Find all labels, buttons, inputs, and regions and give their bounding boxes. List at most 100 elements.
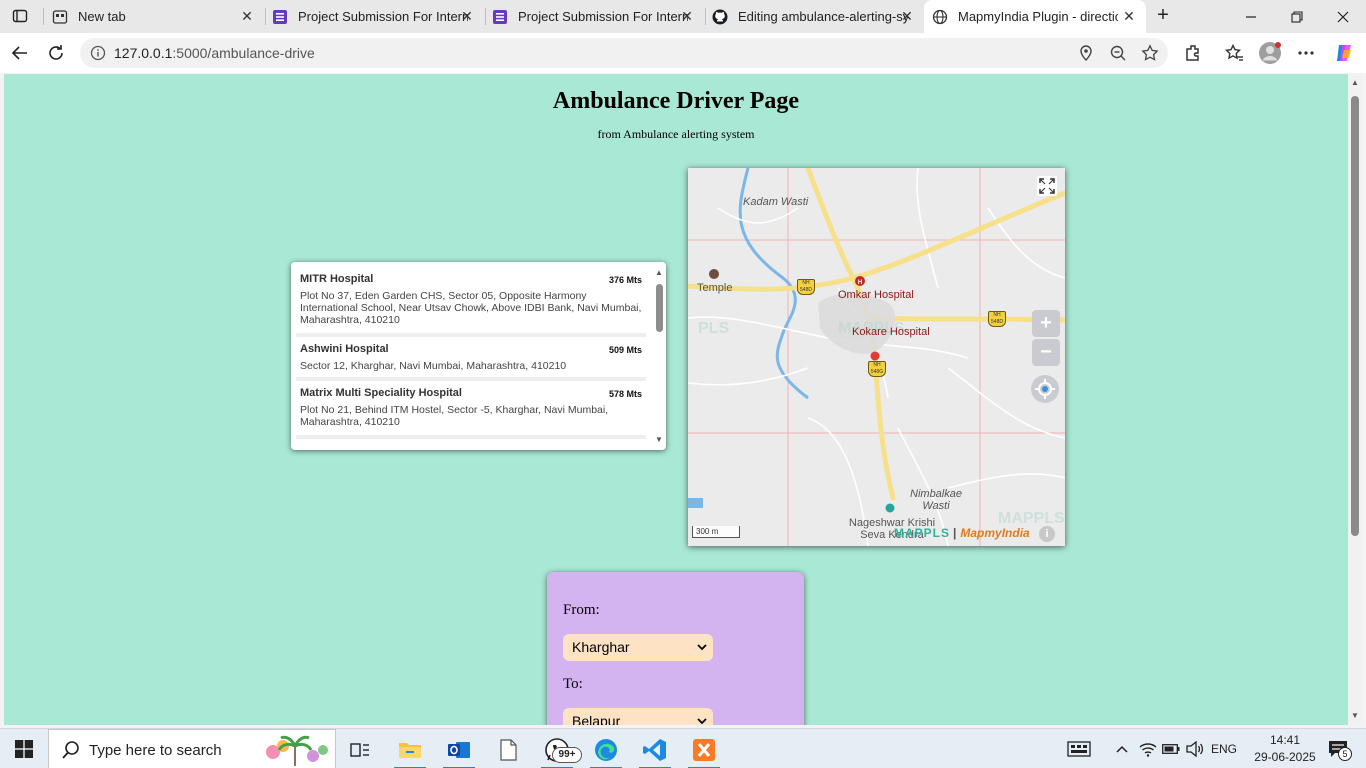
forms-icon: [493, 9, 507, 24]
tab-title: MapmyIndia Plugin - direction: [958, 9, 1118, 24]
more-options-icon[interactable]: [1296, 43, 1316, 63]
to-select[interactable]: Belapur: [563, 708, 713, 725]
outlook-icon[interactable]: [439, 733, 479, 768]
url-host: 127.0.0.1: [114, 45, 173, 61]
volume-icon[interactable]: [1184, 729, 1206, 768]
hospital-address: Plot No 21, Behind ITM Hostel, Sector -5…: [300, 404, 609, 428]
map-label-kadam-wasti: Kadam Wasti: [743, 196, 809, 208]
map-attribution[interactable]: MAPPLS | MapmyIndia: [894, 526, 1030, 540]
back-arrow-icon[interactable]: [8, 41, 32, 65]
tab-actions-icon[interactable]: [6, 4, 34, 28]
map-locate-me-button[interactable]: [1031, 375, 1059, 403]
battery-icon[interactable]: [1160, 729, 1182, 768]
wifi-icon[interactable]: [1136, 729, 1160, 768]
map-fullscreen-icon[interactable]: [1037, 176, 1057, 196]
notification-center-icon[interactable]: 5: [1320, 729, 1356, 768]
svg-text:H: H: [858, 280, 862, 286]
from-select[interactable]: Kharghar: [563, 634, 713, 661]
browser-toolbar: 127.0.0.1:5000/ambulance-drive: [0, 33, 1366, 73]
map-info-icon[interactable]: i: [1039, 526, 1055, 542]
refresh-icon[interactable]: [44, 41, 68, 65]
route-form: From: Kharghar To: Belapur: [547, 572, 804, 725]
page-scrollbar[interactable]: ▲ ▼: [1348, 74, 1362, 725]
hospital-distance: 376 Mts: [608, 275, 642, 285]
notification-count: 5: [1338, 747, 1352, 761]
chevron-down-icon: [697, 718, 707, 725]
chevron-up-icon[interactable]: [1112, 729, 1132, 768]
file-explorer-icon[interactable]: [390, 733, 430, 768]
tab-new-tab[interactable]: New tab ✕: [44, 0, 264, 33]
scroll-up-icon[interactable]: ▲: [1350, 78, 1360, 88]
tab-title: Project Submission For Interns: [298, 9, 468, 24]
location-pin-icon[interactable]: [1077, 44, 1095, 62]
tab-close-icon[interactable]: ✕: [240, 9, 254, 23]
language-indicator[interactable]: ENG: [1208, 729, 1240, 768]
xampp-icon[interactable]: [684, 733, 724, 768]
tab-close-icon[interactable]: ✕: [1122, 9, 1136, 23]
edge-browser-icon[interactable]: [586, 733, 626, 768]
favorite-star-icon[interactable]: [1141, 44, 1159, 62]
scroll-up-icon[interactable]: ▲: [655, 268, 663, 277]
scroll-thumb[interactable]: [656, 284, 663, 332]
tab-project-submission-1[interactable]: Project Submission For Interns ✕: [264, 0, 484, 33]
to-label: To:: [563, 676, 583, 692]
page-viewport: Ambulance Driver Page from Ambulance ale…: [4, 74, 1348, 725]
to-select-value: Belapur: [572, 713, 621, 725]
map-zoom-in-button[interactable]: +: [1032, 310, 1060, 337]
vscode-icon[interactable]: [635, 733, 675, 768]
address-bar[interactable]: 127.0.0.1:5000/ambulance-drive: [80, 38, 1168, 68]
globe-icon: [932, 9, 948, 24]
map-zoom-out-button[interactable]: −: [1032, 339, 1060, 366]
hospital-list-scrollbar[interactable]: ▲ ▼: [654, 266, 664, 446]
profile-avatar-icon[interactable]: [1258, 41, 1282, 65]
highway-shield: NH 548G: [868, 361, 886, 377]
tab-close-icon[interactable]: ✕: [460, 9, 474, 23]
map-label-kokare-hospital: Kokare Hospital: [852, 326, 930, 338]
task-view-icon[interactable]: [340, 733, 380, 767]
hospital-distance: 509 Mts: [608, 345, 642, 355]
windows-start-icon[interactable]: [0, 729, 48, 768]
tab-github-editing[interactable]: Editing ambulance-alerting-sy ✕: [704, 0, 924, 33]
newtab-icon: [52, 9, 68, 24]
url-text[interactable]: 127.0.0.1:5000/ambulance-drive: [114, 45, 315, 61]
taskbar-search-box[interactable]: Type here to search: [48, 729, 336, 768]
nearby-hospitals-list[interactable]: MITR Hospital 376 Mts Plot No 37, Eden G…: [291, 262, 666, 450]
copilot-icon[interactable]: [1333, 42, 1355, 64]
extensions-icon[interactable]: [1183, 43, 1203, 63]
page-title: Ambulance Driver Page: [552, 88, 800, 114]
hospital-list-item[interactable]: Ashwini Hospital 509 Mts Sector 12, Khar…: [296, 337, 646, 381]
highway-shield: NH 548D: [988, 311, 1006, 327]
page-subtitle: from Ambulance alerting system: [597, 127, 755, 141]
site-info-icon[interactable]: [90, 45, 106, 61]
mappls-logo: MAPPLS: [894, 526, 951, 540]
zoom-out-icon[interactable]: [1109, 44, 1127, 62]
notepad-icon[interactable]: [488, 733, 528, 767]
search-highlight-illustration-icon: [266, 735, 328, 766]
highway-shield: NH 548D: [797, 279, 815, 295]
tablet-mode-icon[interactable]: [1064, 729, 1094, 768]
tab-close-icon[interactable]: ✕: [900, 9, 914, 23]
map-label-omkar-hospital: Omkar Hospital: [838, 289, 914, 301]
svg-text:MAPPLS: MAPPLS: [998, 510, 1065, 527]
attribution-separator: |: [953, 526, 958, 540]
clock-time: 14:41: [1269, 733, 1301, 747]
restore-icon[interactable]: [1274, 0, 1320, 33]
tab-title: Project Submission For Interns: [518, 9, 688, 24]
map-view[interactable]: H PLS MAPPLS MAPPLS Kadam Wasti Temple O…: [688, 168, 1065, 546]
scroll-down-icon[interactable]: ▼: [655, 435, 663, 444]
tab-mapmyindia-plugin[interactable]: MapmyIndia Plugin - direction ✕: [924, 0, 1146, 33]
close-window-icon[interactable]: [1320, 0, 1366, 33]
tab-close-icon[interactable]: ✕: [680, 9, 694, 23]
new-tab-button[interactable]: +: [1152, 5, 1174, 27]
hospital-list-item[interactable]: MITR Hospital 376 Mts Plot No 37, Eden G…: [296, 267, 646, 337]
minimize-icon[interactable]: [1228, 0, 1274, 33]
from-select-value: Kharghar: [572, 639, 630, 655]
favorites-icon[interactable]: [1224, 43, 1244, 63]
hospital-list-item[interactable]: Matrix Multi Speciality Hospital 578 Mts…: [296, 381, 646, 439]
tab-project-submission-2[interactable]: Project Submission For Interns ✕: [484, 0, 704, 33]
taskbar-clock[interactable]: 14:41 29-06-2025: [1252, 732, 1318, 766]
page-scroll-thumb[interactable]: [1351, 96, 1359, 536]
mapmyindia-logo: MapmyIndia: [960, 526, 1030, 540]
scroll-down-icon[interactable]: ▼: [1350, 711, 1360, 721]
tab-title: New tab: [78, 9, 126, 24]
